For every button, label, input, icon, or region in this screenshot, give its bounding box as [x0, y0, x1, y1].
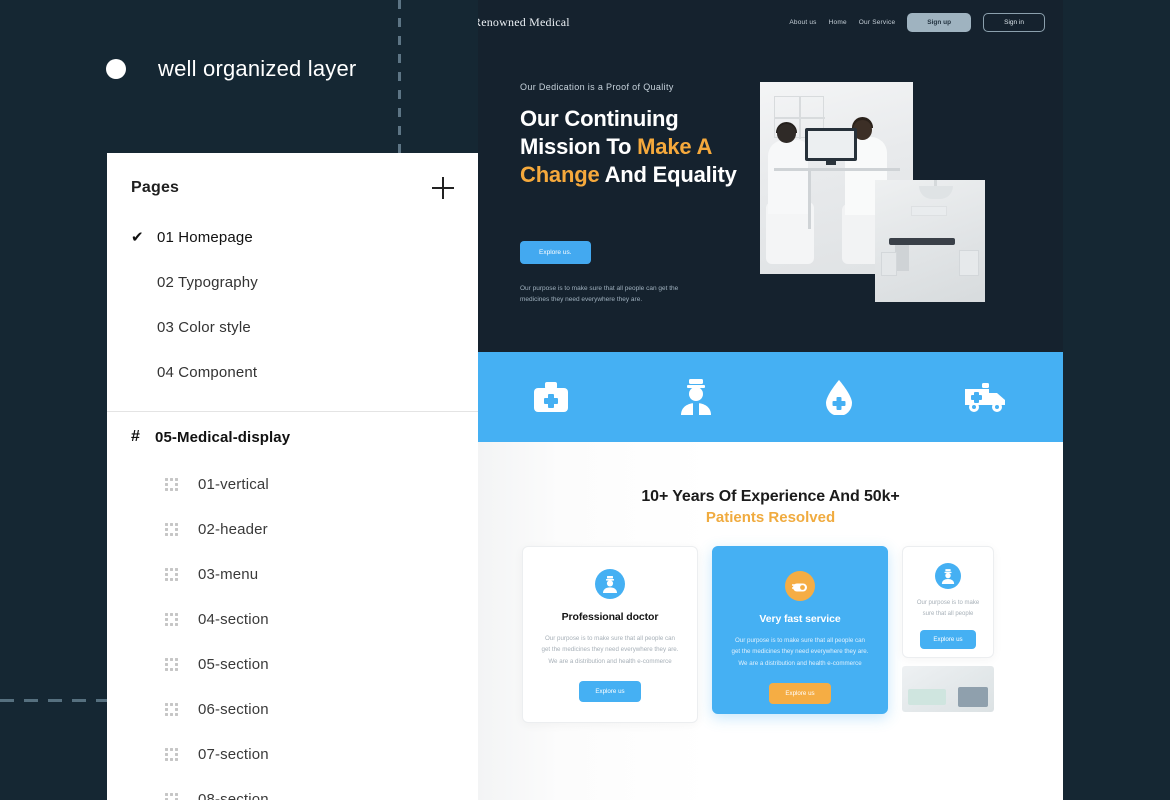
doctor-avatar-icon: [935, 563, 961, 589]
layer-item-06-section[interactable]: 06-section: [107, 687, 478, 732]
screenshot-root: well organized layer Pages ✔ 01 Homepage…: [0, 0, 1170, 800]
component-icon: [165, 703, 178, 716]
page-item-typography[interactable]: 02 Typography: [107, 260, 478, 305]
card-body: Our purpose is to make sure that all peo…: [731, 637, 869, 667]
card-explore-button[interactable]: Explore us: [769, 683, 831, 705]
ambulance-icon[interactable]: [964, 381, 1008, 413]
card-body: Our purpose is to make sure that all peo…: [916, 600, 980, 618]
card-title: Very fast service: [759, 613, 841, 625]
component-icon: [165, 568, 178, 581]
page-item-homepage[interactable]: ✔ 01 Homepage: [107, 215, 478, 260]
hero-eyebrow: Our Dedication is a Proof of Quality: [520, 82, 674, 92]
pages-title: Pages: [131, 179, 180, 196]
blood-drop-icon[interactable]: [824, 379, 854, 415]
component-icon: [165, 793, 178, 800]
nav-links: About us Home Our Service Sign up Sign i…: [789, 13, 1045, 32]
component-icon: [165, 613, 178, 626]
hero-section: Renowned Medical About us Home Our Servi…: [478, 0, 1063, 352]
brand-logo[interactable]: Renowned Medical: [478, 15, 633, 30]
layer-item-label: 04-section: [198, 611, 269, 628]
page-item-label: 01 Homepage: [157, 229, 253, 246]
layer-item-label: 02-header: [198, 521, 268, 538]
component-icon: [165, 478, 178, 491]
doctor-avatar-icon: [595, 569, 625, 599]
layer-item-label: 03-menu: [198, 566, 259, 583]
hospital-room-photo: [902, 666, 994, 712]
page-item-color-style[interactable]: 03 Color style: [107, 305, 478, 350]
layer-item-label: 06-section: [198, 701, 269, 718]
sign-up-button[interactable]: Sign up: [907, 13, 972, 32]
card-title: Professional doctor: [561, 611, 659, 623]
sign-in-button[interactable]: Sign in: [983, 13, 1045, 32]
site-navbar: Renowned Medical About us Home Our Servi…: [478, 0, 1063, 45]
pages-list: ✔ 01 Homepage 02 Typography 03 Color sty…: [107, 215, 478, 395]
layer-item-07-section[interactable]: 07-section: [107, 732, 478, 777]
check-icon: ✔: [131, 229, 144, 246]
doctor-icon[interactable]: [679, 379, 713, 415]
layer-item-label: 01-vertical: [198, 476, 269, 493]
pages-panel: Pages ✔ 01 Homepage 02 Typography 03 Col…: [107, 153, 478, 800]
hero-title: Our Continuing Mission To Make A Change …: [520, 105, 750, 189]
component-icon: [165, 523, 178, 536]
layer-item-05-section[interactable]: 05-section: [107, 642, 478, 687]
third-card-column: Our purpose is to make sure that all peo…: [902, 546, 994, 712]
layer-item-label: 07-section: [198, 746, 269, 763]
bullet-dot-icon: [106, 59, 126, 79]
caption-label: well organized layer: [158, 56, 357, 81]
page-item-label: 04 Component: [157, 364, 258, 381]
service-icon-strip: [478, 352, 1063, 442]
service-card-very-fast-service[interactable]: Very fast service Our purpose is to make…: [712, 546, 888, 714]
service-cards: Professional doctor Our purpose is to ma…: [522, 546, 994, 724]
page-item-label: 02 Typography: [157, 274, 258, 291]
fast-service-icon: [785, 571, 815, 601]
layer-group-label: 05-Medical-display: [155, 428, 291, 446]
service-card-professional-doctor[interactable]: Professional doctor Our purpose is to ma…: [522, 546, 698, 724]
service-card-third[interactable]: Our purpose is to make sure that all peo…: [902, 546, 994, 658]
caption: well organized layer: [106, 56, 356, 82]
nav-link-about-us[interactable]: About us: [789, 19, 816, 26]
vertical-guide-line: [398, 0, 401, 155]
hero-title-part2: And Equality: [599, 161, 737, 187]
layer-item-01-vertical[interactable]: 01-vertical: [107, 462, 478, 507]
component-icon: [165, 658, 178, 671]
experience-subtitle: Patients Resolved: [705, 509, 836, 526]
page-item-label: 03 Color style: [157, 319, 251, 336]
hash-icon: #: [131, 428, 140, 445]
layer-group-header[interactable]: # 05-Medical-display: [107, 412, 478, 462]
website-preview: Renowned Medical About us Home Our Servi…: [478, 0, 1063, 800]
hero-photo-operating-room: [875, 180, 985, 302]
page-item-component[interactable]: 04 Component: [107, 350, 478, 395]
card-explore-button[interactable]: Explore us: [579, 681, 641, 703]
card-explore-button[interactable]: Explore us: [920, 630, 976, 650]
medical-bag-icon[interactable]: [533, 381, 569, 413]
nav-link-home[interactable]: Home: [829, 19, 847, 26]
hero-explore-button[interactable]: Explore us.: [520, 241, 591, 264]
component-icon: [165, 748, 178, 761]
experience-title: 10+ Years Of Experience And 50k+: [641, 488, 900, 505]
horizontal-guide-line: [0, 699, 107, 702]
layer-item-04-section[interactable]: 04-section: [107, 597, 478, 642]
nav-link-our-service[interactable]: Our Service: [859, 19, 896, 26]
layer-item-label: 05-section: [198, 656, 269, 673]
hero-paragraph: Our purpose is to make sure that all peo…: [520, 285, 679, 304]
layer-item-label: 08-section: [198, 791, 269, 800]
pages-panel-header: Pages: [107, 153, 478, 199]
card-body: Our purpose is to make sure that all peo…: [541, 635, 679, 665]
experience-section: 10+ Years Of Experience And 50k+ Patient…: [478, 442, 1063, 800]
layer-item-02-header[interactable]: 02-header: [107, 507, 478, 552]
layer-item-08-section[interactable]: 08-section: [107, 777, 478, 800]
plus-icon[interactable]: [432, 177, 454, 199]
layer-item-03-menu[interactable]: 03-menu: [107, 552, 478, 597]
